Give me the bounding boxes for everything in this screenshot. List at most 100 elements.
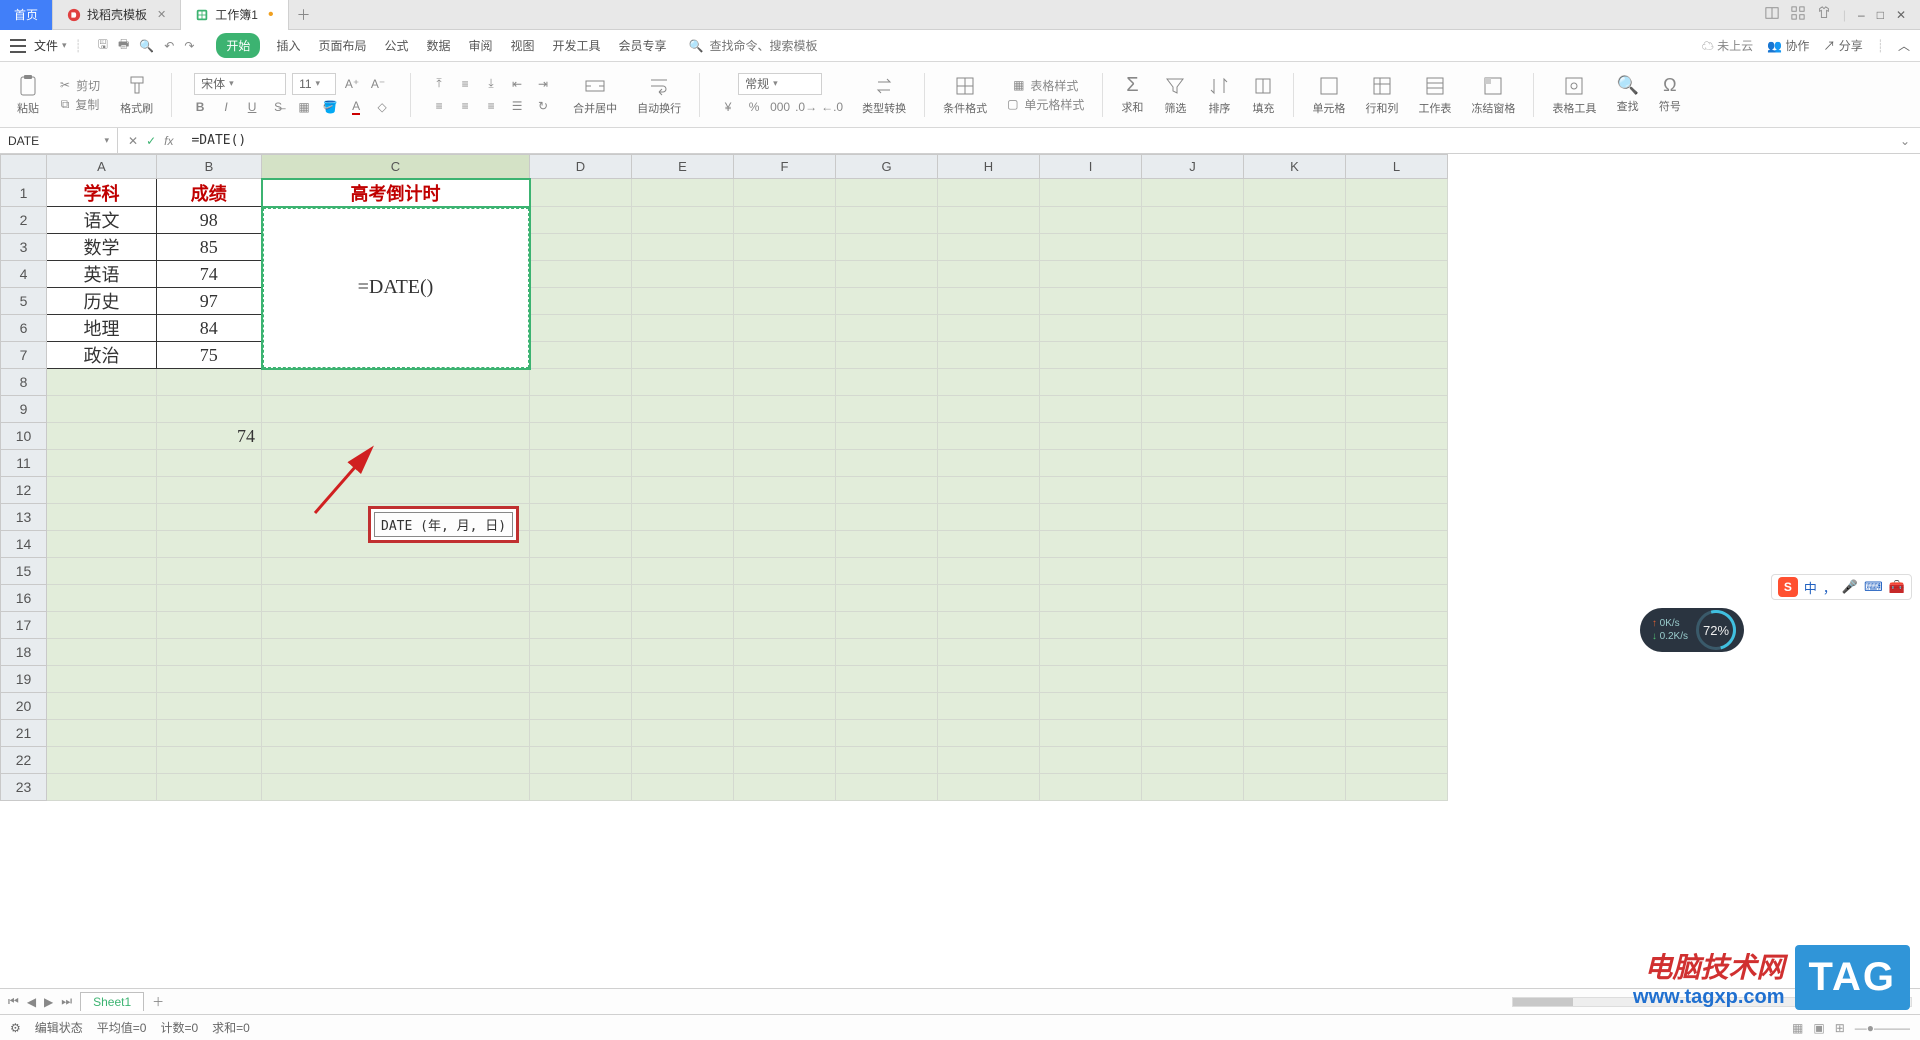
cell[interactable] [157, 774, 262, 801]
undo-icon[interactable]: ↶ [164, 39, 174, 53]
merge-center-button[interactable]: 合并居中 [567, 74, 623, 116]
cell[interactable] [734, 558, 836, 585]
cell[interactable] [262, 477, 530, 504]
cell[interactable] [1346, 666, 1448, 693]
row-header[interactable]: 11 [1, 450, 47, 477]
cell[interactable] [938, 207, 1040, 234]
cell[interactable] [157, 531, 262, 558]
cell[interactable] [1142, 261, 1244, 288]
cell[interactable] [157, 693, 262, 720]
cell[interactable] [1040, 315, 1142, 342]
currency-icon[interactable]: ¥ [718, 97, 738, 117]
cell[interactable] [836, 747, 938, 774]
cell[interactable] [530, 504, 632, 531]
cell[interactable] [734, 585, 836, 612]
table-style-button[interactable]: ▦ 表格样式 [1013, 77, 1078, 94]
col-header[interactable]: K [1244, 155, 1346, 179]
ribbontab-view[interactable]: 视图 [509, 33, 537, 58]
cell[interactable] [47, 774, 157, 801]
cell[interactable] [157, 585, 262, 612]
cell[interactable] [938, 531, 1040, 558]
row-header[interactable]: 9 [1, 396, 47, 423]
cell[interactable] [1142, 612, 1244, 639]
cell[interactable] [632, 720, 734, 747]
cell[interactable] [1142, 234, 1244, 261]
align-right-icon[interactable]: ≡ [481, 96, 501, 116]
cell[interactable] [1244, 261, 1346, 288]
cell[interactable] [734, 720, 836, 747]
cell[interactable] [1244, 693, 1346, 720]
cell[interactable] [1040, 774, 1142, 801]
cell[interactable] [47, 747, 157, 774]
ribbontab-dev[interactable]: 开发工具 [551, 33, 603, 58]
minimize-button[interactable]: – [1858, 8, 1865, 22]
cell[interactable] [1040, 207, 1142, 234]
preview-icon[interactable]: 🔍 [139, 39, 154, 53]
cell[interactable] [1346, 396, 1448, 423]
cell[interactable] [836, 612, 938, 639]
cell[interactable] [1244, 720, 1346, 747]
cell[interactable] [1142, 531, 1244, 558]
cell[interactable]: 政治 [47, 342, 157, 369]
cell[interactable] [734, 396, 836, 423]
cell[interactable] [262, 720, 530, 747]
cell[interactable] [1040, 693, 1142, 720]
coop-button[interactable]: 👥 协作 [1767, 37, 1809, 54]
cell[interactable]: 历史 [47, 288, 157, 315]
cell[interactable] [938, 747, 1040, 774]
close-button[interactable]: ✕ [1896, 8, 1906, 22]
fillcolor-icon[interactable]: 🪣 [320, 97, 340, 117]
cell[interactable] [1040, 450, 1142, 477]
cell[interactable] [1040, 477, 1142, 504]
cell[interactable] [938, 585, 1040, 612]
cell[interactable] [938, 396, 1040, 423]
cell[interactable] [734, 369, 836, 396]
align-top-icon[interactable]: ⤒ [429, 74, 449, 94]
cell[interactable] [1244, 342, 1346, 369]
fx-icon[interactable]: fx [164, 134, 173, 148]
cell[interactable] [157, 747, 262, 774]
ime-bar[interactable]: S 中 ， 🎤 ⌨ 🧰 [1771, 574, 1912, 600]
cell[interactable] [938, 693, 1040, 720]
cell[interactable] [262, 558, 530, 585]
cell[interactable] [836, 558, 938, 585]
cell[interactable] [1040, 234, 1142, 261]
strike-icon[interactable]: S̶ [268, 97, 288, 117]
cell[interactable] [836, 396, 938, 423]
fontsize-combo[interactable]: 11▾ [292, 73, 336, 95]
cell[interactable] [1346, 747, 1448, 774]
cell[interactable]: 数学 [47, 234, 157, 261]
cell[interactable] [157, 504, 262, 531]
cell[interactable] [1346, 504, 1448, 531]
cell[interactable] [836, 315, 938, 342]
cell[interactable] [157, 639, 262, 666]
tab-home[interactable]: 首页 [0, 0, 53, 30]
tab-workbook1[interactable]: 工作簿1• [181, 0, 288, 30]
col-header[interactable]: C [262, 155, 530, 179]
cell[interactable] [836, 531, 938, 558]
cell[interactable] [1346, 477, 1448, 504]
cell[interactable] [836, 504, 938, 531]
cell[interactable] [632, 207, 734, 234]
cell[interactable] [632, 234, 734, 261]
ime-toolbox-icon[interactable]: 🧰 [1889, 579, 1905, 595]
cell[interactable] [938, 369, 1040, 396]
row-header[interactable]: 22 [1, 747, 47, 774]
cell[interactable] [734, 531, 836, 558]
cell[interactable] [836, 774, 938, 801]
cell[interactable] [1346, 720, 1448, 747]
fill-button[interactable]: 填充 [1245, 74, 1281, 116]
cell[interactable] [1346, 423, 1448, 450]
cell[interactable] [530, 396, 632, 423]
row-header[interactable]: 3 [1, 234, 47, 261]
cell[interactable] [1346, 342, 1448, 369]
cell[interactable] [632, 288, 734, 315]
cell[interactable] [836, 342, 938, 369]
cell[interactable] [1040, 288, 1142, 315]
row-header[interactable]: 14 [1, 531, 47, 558]
cell[interactable]: 高考倒计时 [262, 179, 530, 207]
cell[interactable] [1040, 585, 1142, 612]
align-left-icon[interactable]: ≡ [429, 96, 449, 116]
cell[interactable] [1142, 774, 1244, 801]
layout-icon[interactable] [1765, 6, 1779, 23]
